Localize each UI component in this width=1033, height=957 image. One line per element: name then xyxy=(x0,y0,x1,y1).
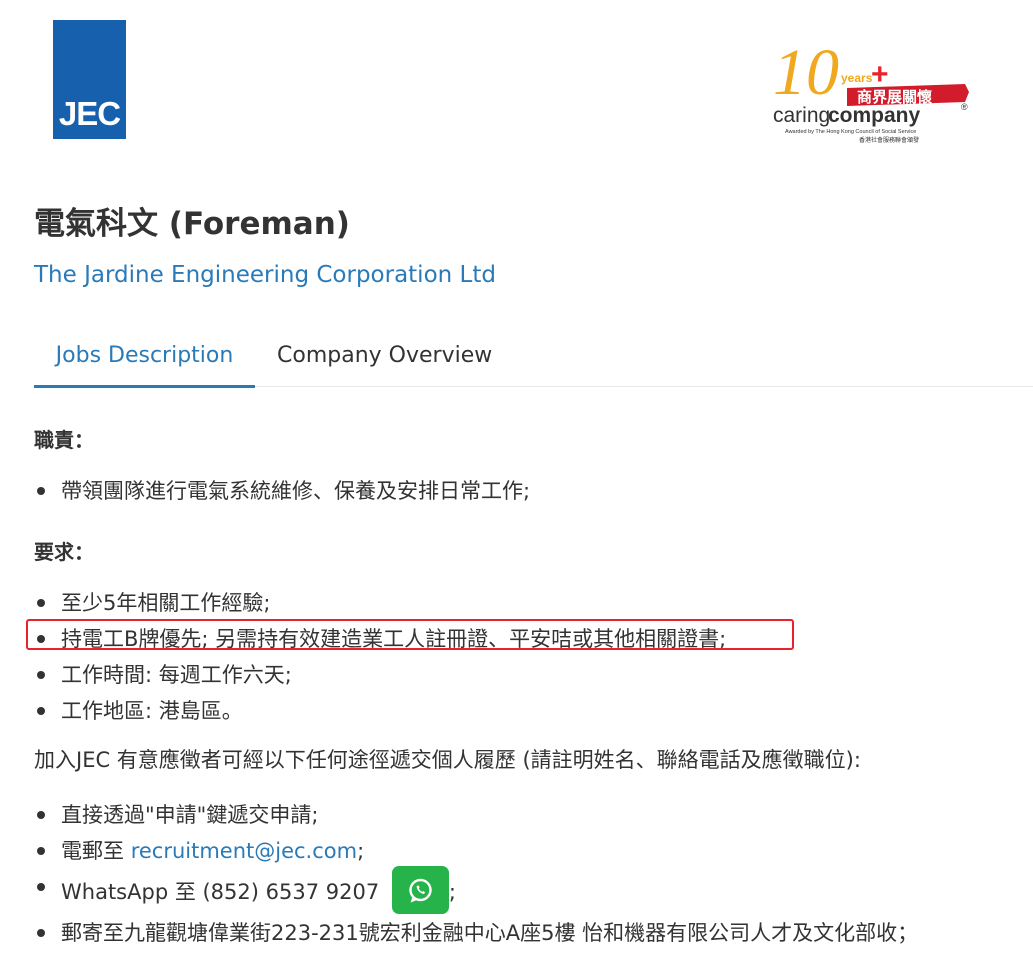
caring-plus: + xyxy=(871,58,889,91)
list-item: 工作時間: 每週工作六天; xyxy=(34,657,726,693)
whatsapp-icon xyxy=(409,878,432,903)
caring-years-number: 10 xyxy=(773,36,839,109)
list-item: 帶領團隊進行電氣系統維修、保養及安排日常工作; xyxy=(34,473,530,509)
caring-word: caring xyxy=(773,104,830,127)
list-item: 郵寄至九龍觀塘偉業街223-231號宏利金融中心A座5樓 怡和機器有限公司人才及… xyxy=(34,915,918,951)
whatsapp-prefix: WhatsApp 至 (852) 6537 9207 xyxy=(61,880,386,904)
highlight-box xyxy=(26,619,794,650)
company-name-link[interactable]: The Jardine Engineering Corporation Ltd xyxy=(34,262,496,288)
apply-intro: 加入JEC 有意應徵者可經以下任何途徑遞交個人履歷 (請註明姓名、聯絡電話及應徵… xyxy=(34,748,861,772)
list-item: 直接透過"申請"鍵遞交申請; xyxy=(34,797,918,833)
whatsapp-button[interactable] xyxy=(391,866,449,914)
tab-jobs-description[interactable]: Jobs Description xyxy=(34,330,255,388)
job-title: 電氣科文 (Foreman) xyxy=(34,206,350,242)
email-prefix: 電郵至 xyxy=(61,839,131,863)
caring-awarded-line: Awarded by The Hong Kong Council of Soci… xyxy=(785,129,916,135)
caring-registered: ® xyxy=(961,102,968,112)
list-item: 電郵至 recruitment@jec.com; xyxy=(34,833,918,869)
caring-years-word: years xyxy=(841,71,873,85)
email-suffix: ; xyxy=(357,839,365,863)
list-item: 工作地區: 港島區。 xyxy=(34,693,726,729)
requirements-list: 至少5年相關工作經驗; 持電工B牌優先; 另需持有效建造業工人註冊證、平安咭或其… xyxy=(34,585,726,729)
email-link[interactable]: recruitment@jec.com xyxy=(131,839,357,863)
tab-company-overview[interactable]: Company Overview xyxy=(277,330,492,385)
jec-logo: JEC xyxy=(53,20,126,139)
tab-bar: Jobs Description Company Overview xyxy=(34,330,1033,388)
company-word: company xyxy=(828,104,921,127)
apply-methods-list: 直接透過"申請"鍵遞交申請; 電郵至 recruitment@jec.com; … xyxy=(34,797,918,951)
list-item: WhatsApp 至 (852) 6537 9207 ; xyxy=(34,866,918,915)
list-item: 至少5年相關工作經驗; xyxy=(34,585,726,621)
requirements-heading: 要求： xyxy=(34,540,94,564)
caring-company-logo: 10 years + 商界展關懷 caring company ® Awarde… xyxy=(773,36,969,144)
duties-list: 帶領團隊進行電氣系統維修、保養及安排日常工作; xyxy=(34,473,530,509)
duties-heading: 職責： xyxy=(34,428,94,452)
jec-logo-text: JEC xyxy=(58,95,121,132)
whatsapp-suffix: ; xyxy=(448,880,456,904)
caring-awarded-line-zh: 香港社會服務聯會頒發 xyxy=(859,136,919,144)
